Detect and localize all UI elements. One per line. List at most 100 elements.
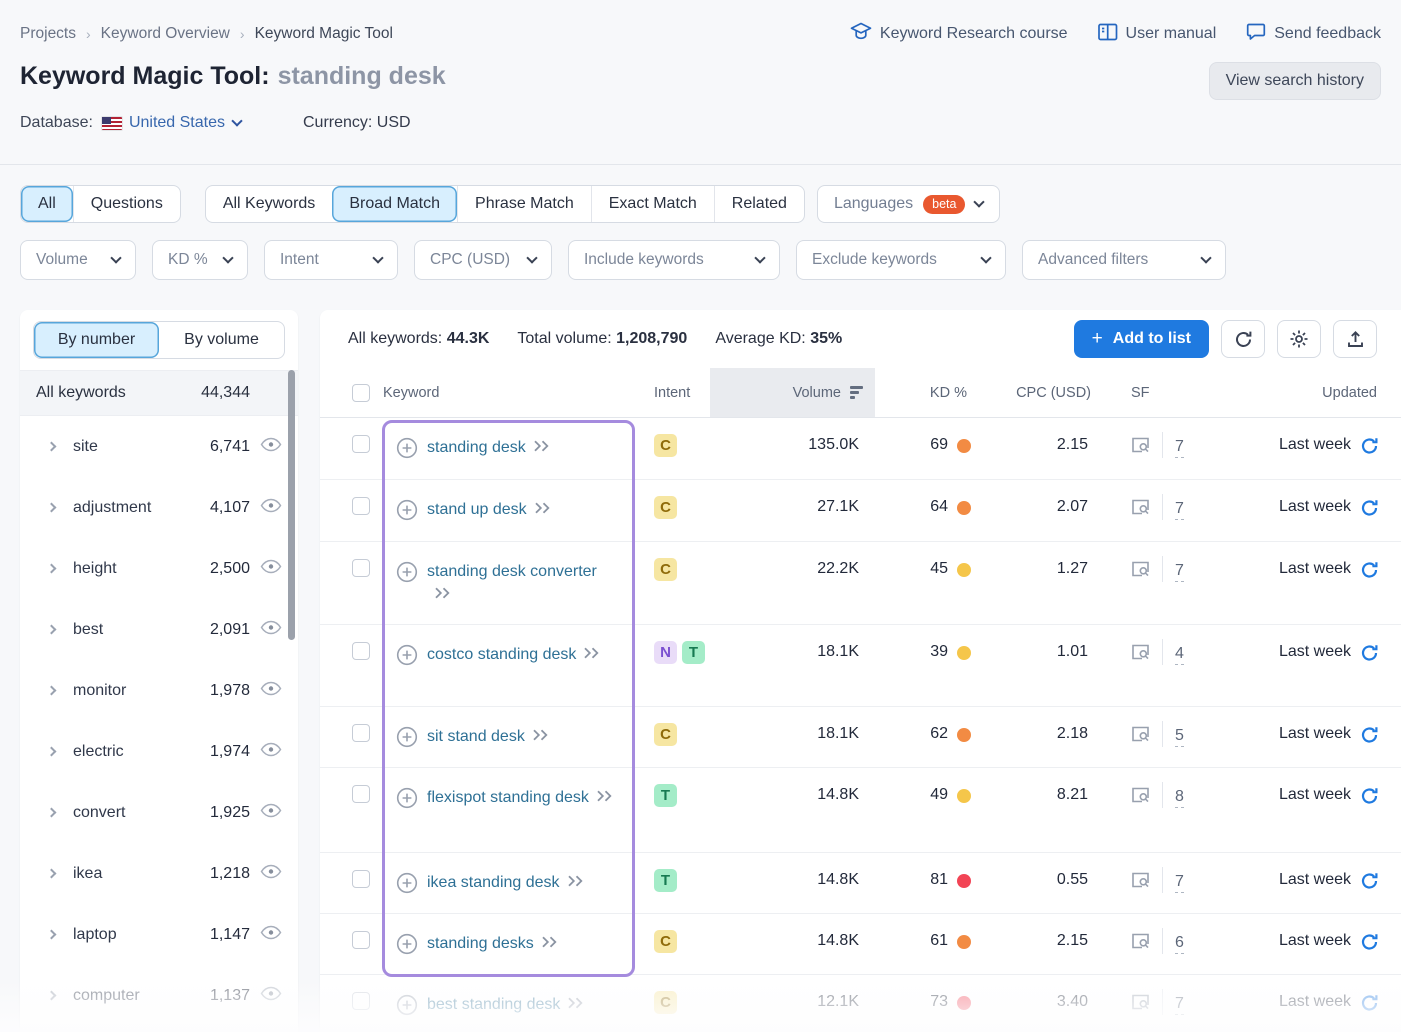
expand-keyword-icon[interactable] [567, 996, 584, 1013]
tab-related[interactable]: Related [714, 186, 804, 222]
row-checkbox[interactable] [352, 724, 370, 742]
chevron-right-icon[interactable] [47, 930, 57, 940]
chevron-right-icon[interactable] [47, 991, 57, 1001]
sidebar-item-ikea[interactable]: ikea 1,218 [20, 843, 298, 904]
serp-preview-icon[interactable] [1131, 561, 1150, 582]
eye-icon[interactable] [260, 803, 282, 823]
breadcrumb-keyword-overview[interactable]: Keyword Overview [101, 25, 230, 43]
row-checkbox[interactable] [352, 497, 370, 515]
serp-preview-icon[interactable] [1131, 933, 1150, 954]
expand-keyword-icon[interactable] [532, 728, 549, 745]
sidebar-item-adjustment[interactable]: adjustment 4,107 [20, 477, 298, 538]
refresh-keyword-icon[interactable] [1360, 499, 1379, 522]
eye-icon[interactable] [260, 437, 282, 457]
sidebar-item-computer[interactable]: computer 1,137 [20, 965, 298, 1026]
sf-count-link[interactable]: 7 [1175, 437, 1184, 458]
sidebar-item-site[interactable]: site 6,741 [20, 416, 298, 477]
keyword-link[interactable]: standing desk [427, 439, 526, 456]
keyword-link[interactable]: ikea standing desk [427, 874, 560, 891]
kd-filter-dropdown[interactable]: KD % [152, 240, 248, 280]
sidebar-item-height[interactable]: height 2,500 [20, 538, 298, 599]
sidebar-item-convert[interactable]: convert 1,925 [20, 782, 298, 843]
add-keyword-icon[interactable] [396, 933, 418, 960]
add-keyword-icon[interactable] [396, 872, 418, 899]
refresh-keyword-icon[interactable] [1360, 644, 1379, 667]
sf-count-link[interactable]: 7 [1175, 561, 1184, 582]
chevron-right-icon[interactable] [47, 625, 57, 635]
header-intent[interactable]: Intent [650, 368, 710, 417]
send-feedback-link[interactable]: Send feedback [1246, 23, 1381, 46]
keyword-link[interactable]: standing desks [427, 935, 534, 952]
header-sf[interactable]: SF [1103, 368, 1193, 417]
toggle-by-number[interactable]: By number [34, 322, 159, 358]
row-checkbox[interactable] [352, 785, 370, 803]
chevron-right-icon[interactable] [47, 564, 57, 574]
tab-questions[interactable]: Questions [73, 186, 180, 222]
row-checkbox[interactable] [352, 435, 370, 453]
refresh-keyword-icon[interactable] [1360, 787, 1379, 810]
expand-keyword-icon[interactable] [567, 874, 584, 891]
eye-icon[interactable] [260, 925, 282, 945]
add-to-list-button[interactable]: + Add to list [1074, 320, 1209, 358]
refresh-keyword-icon[interactable] [1360, 437, 1379, 460]
eye-icon[interactable] [260, 986, 282, 1006]
serp-preview-icon[interactable] [1131, 994, 1150, 1015]
header-keyword[interactable]: Keyword [383, 368, 650, 417]
add-keyword-icon[interactable] [396, 561, 418, 606]
expand-keyword-icon[interactable] [533, 439, 550, 456]
sidebar-scrollbar[interactable] [288, 370, 295, 640]
include-keywords-dropdown[interactable]: Include keywords [568, 240, 780, 280]
database-selector[interactable]: United States [129, 114, 225, 132]
serp-preview-icon[interactable] [1131, 644, 1150, 665]
eye-icon[interactable] [260, 742, 282, 762]
refresh-keyword-icon[interactable] [1360, 933, 1379, 956]
header-volume[interactable]: Volume [710, 368, 875, 417]
keyword-link[interactable]: flexispot standing desk [427, 789, 589, 806]
serp-preview-icon[interactable] [1131, 437, 1150, 458]
serp-preview-icon[interactable] [1131, 872, 1150, 893]
keyword-research-course-link[interactable]: Keyword Research course [850, 22, 1068, 46]
add-keyword-icon[interactable] [396, 644, 418, 671]
chevron-right-icon[interactable] [47, 503, 57, 513]
breadcrumb-projects[interactable]: Projects [20, 25, 76, 43]
row-checkbox[interactable] [352, 931, 370, 949]
chevron-right-icon[interactable] [47, 686, 57, 696]
cpc-filter-dropdown[interactable]: CPC (USD) [414, 240, 552, 280]
refresh-keyword-icon[interactable] [1360, 994, 1379, 1017]
eye-icon[interactable] [260, 681, 282, 701]
sidebar-item-electric[interactable]: electric 1,974 [20, 721, 298, 782]
sf-count-link[interactable]: 4 [1175, 644, 1184, 665]
keyword-link[interactable]: standing desk converter [427, 563, 597, 580]
expand-keyword-icon[interactable] [596, 789, 613, 806]
keyword-link[interactable]: best standing desk [427, 996, 560, 1013]
export-button[interactable] [1333, 320, 1377, 358]
expand-keyword-icon[interactable] [534, 501, 551, 518]
view-search-history-button[interactable]: View search history [1209, 62, 1381, 100]
tab-phrase-match[interactable]: Phrase Match [457, 186, 591, 222]
header-cpc[interactable]: CPC (USD) [985, 368, 1103, 417]
chevron-right-icon[interactable] [47, 869, 57, 879]
add-keyword-icon[interactable] [396, 994, 418, 1021]
sf-count-link[interactable]: 7 [1175, 994, 1184, 1015]
expand-keyword-icon[interactable] [434, 586, 451, 603]
eye-icon[interactable] [260, 864, 282, 884]
expand-keyword-icon[interactable] [541, 935, 558, 952]
row-checkbox[interactable] [352, 870, 370, 888]
sidebar-item-monitor[interactable]: monitor 1,978 [20, 660, 298, 721]
sf-count-link[interactable]: 5 [1175, 726, 1184, 747]
row-checkbox[interactable] [352, 559, 370, 577]
toggle-by-volume[interactable]: By volume [159, 322, 284, 358]
header-updated[interactable]: Updated [1193, 368, 1401, 417]
keyword-link[interactable]: sit stand desk [427, 728, 525, 745]
expand-keyword-icon[interactable] [583, 646, 600, 663]
tab-all-keywords[interactable]: All Keywords [206, 186, 332, 222]
sidebar-all-keywords-row[interactable]: All keywords 44,344 [20, 370, 298, 416]
serp-preview-icon[interactable] [1131, 726, 1150, 747]
refresh-keyword-icon[interactable] [1360, 872, 1379, 895]
user-manual-link[interactable]: User manual [1098, 23, 1217, 46]
add-keyword-icon[interactable] [396, 437, 418, 464]
refresh-keyword-icon[interactable] [1360, 561, 1379, 584]
select-all-checkbox[interactable] [352, 384, 370, 402]
keyword-link[interactable]: costco standing desk [427, 646, 576, 663]
tab-exact-match[interactable]: Exact Match [591, 186, 714, 222]
